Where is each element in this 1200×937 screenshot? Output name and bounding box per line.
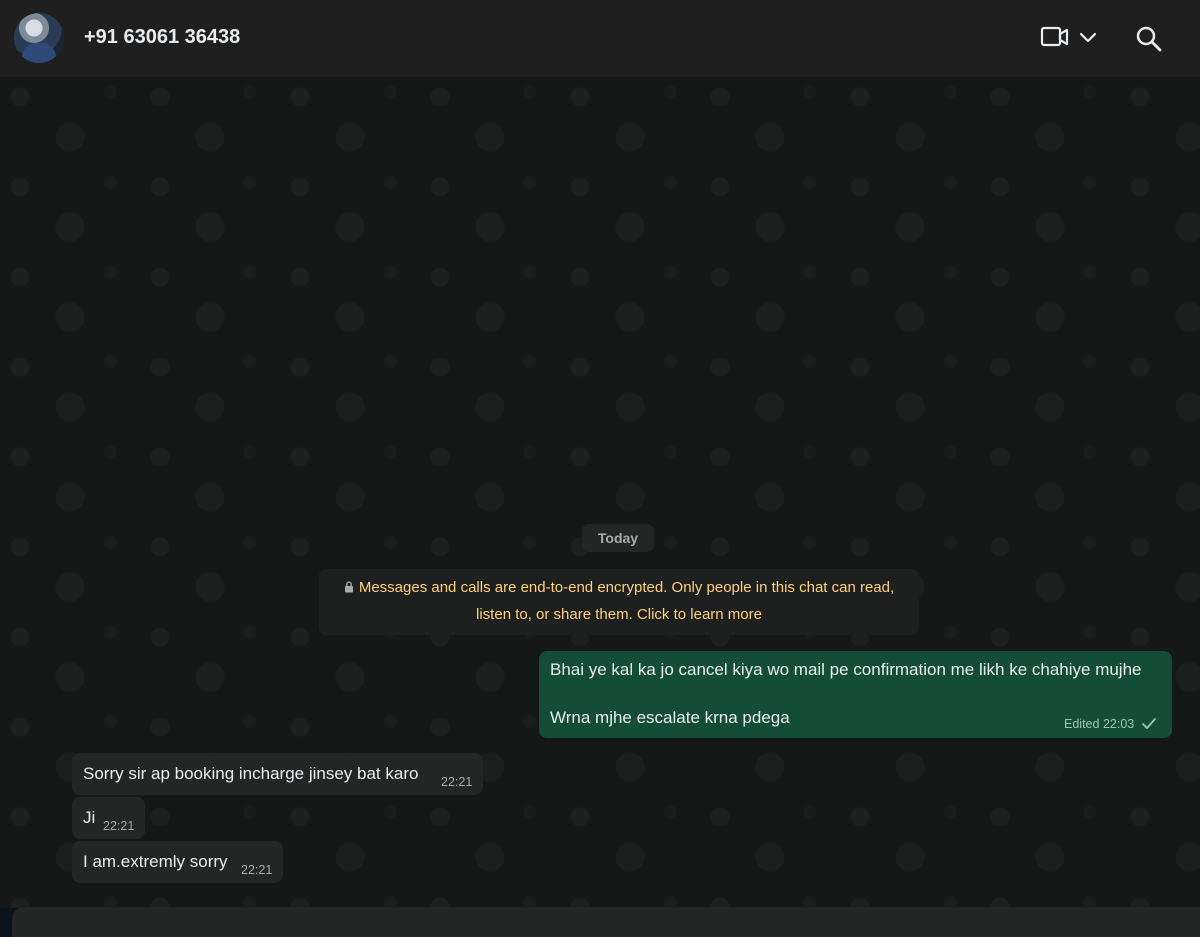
message-text: I am.extremly sorry [83,852,228,871]
search-icon [1132,26,1166,60]
lock-icon [344,576,354,602]
message-text-line1: Bhai ye kal ka jo cancel kiya wo mail pe… [550,660,1142,679]
chat-header: +91 63061 36438 [0,0,1200,77]
search-button[interactable] [1132,22,1166,56]
message-incoming[interactable]: Sorry sir ap booking incharge jinsey bat… [72,753,483,795]
avatar[interactable] [14,13,64,63]
encryption-notice-line1: Messages and calls are end-to-end encryp… [358,579,895,596]
video-call-button[interactable] [1040,22,1106,56]
message-text: Sorry sir ap booking incharge jinsey bat… [83,764,419,783]
day-label: Today [582,524,654,552]
message-incoming[interactable]: I am.extremly sorry 22:21 [72,841,283,883]
video-call-icon [1040,25,1070,54]
message-meta: Edited 22:03 [1064,717,1157,733]
check-icon [1141,717,1157,733]
encryption-notice[interactable]: Messages and calls are end-to-end encryp… [319,569,919,635]
message-time: 22:21 [441,775,473,789]
message-time: 22:21 [241,863,273,877]
encryption-notice-line2: listen to, or share them. Click to learn… [476,606,762,623]
message-outgoing[interactable]: Bhai ye kal ka jo cancel kiya wo mail pe… [539,651,1172,738]
message-incoming[interactable]: Ji 22:21 [72,797,145,839]
message-time: 22:21 [103,819,135,833]
message-composer[interactable] [12,907,1200,937]
chevron-down-icon [1078,27,1098,52]
message-text-line2: Wrna mjhe escalate krna pdega [550,708,790,727]
message-text: Ji [83,808,96,827]
message-time: 22:03 [1102,717,1135,731]
edited-label: Edited [1064,717,1100,731]
contact-name[interactable]: +91 63061 36438 [84,26,240,49]
